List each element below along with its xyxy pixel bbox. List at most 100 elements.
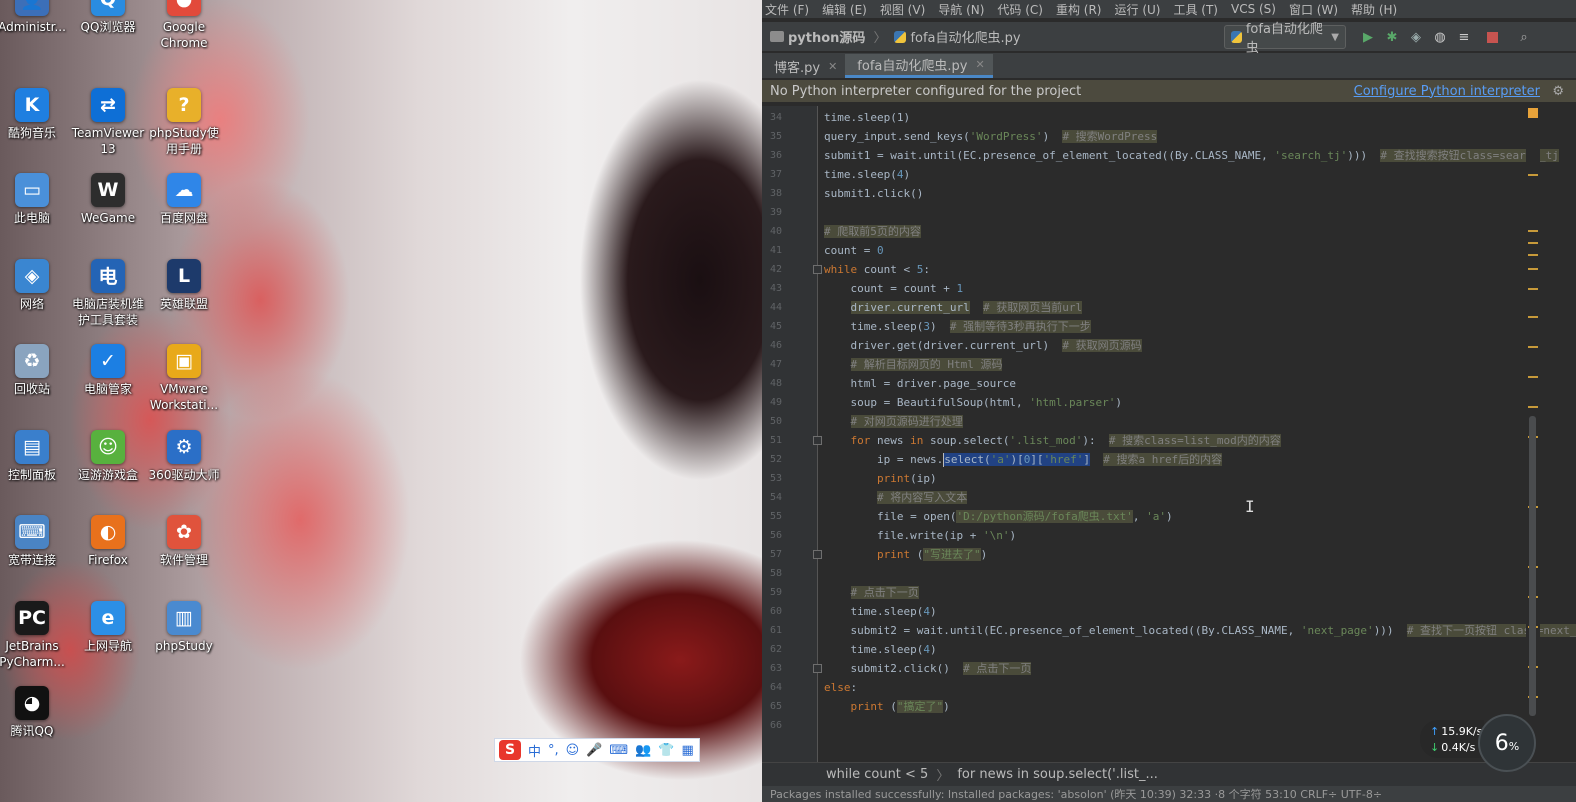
code-line[interactable]: submit2 = wait.until(EC.presence_of_elem…	[824, 621, 1576, 640]
desktop-icon[interactable]: K 酷狗音乐	[0, 87, 72, 141]
desktop-icon[interactable]: e 上网导航	[68, 600, 148, 654]
close-icon[interactable]: ✕	[828, 60, 837, 73]
usage-circle[interactable]: 6%	[1478, 714, 1536, 772]
fold-icon[interactable]	[813, 664, 822, 673]
code-line[interactable]: time.sleep(4)	[824, 640, 936, 659]
menu-item[interactable]: 文件 (F)	[765, 1, 809, 18]
gear-icon[interactable]: ⚙	[1552, 84, 1564, 99]
network-monitor[interactable]: 15.9K/s 0.4K/s 6%	[1420, 714, 1544, 772]
desktop-icon[interactable]: ▣ VMware Workstati...	[144, 344, 224, 413]
desktop-icon[interactable]: ◐ Firefox	[68, 515, 148, 568]
desktop-icon[interactable]: ? phpStudy使 用手册	[144, 87, 224, 157]
ime-skin-icon[interactable]: 👕	[658, 743, 674, 758]
code-editor[interactable]: 34 35 36 37 38 39 40 41 42 43 44 45 46 47 48 49 50 51 52 53…	[762, 106, 1576, 762]
tab-fofa[interactable]: fofa自动化爬虫.py ✕	[845, 54, 993, 78]
code-line[interactable]: file = open('D:/python源码/fofa爬虫.txt', 'a…	[824, 507, 1173, 526]
code-line[interactable]: submit1.click()	[824, 184, 923, 203]
ime-user-icon[interactable]: 👥	[635, 743, 651, 758]
code-line[interactable]: ip = news.select('a')[0]['href'] # 搜索a h…	[824, 450, 1223, 469]
stripe-mark[interactable]	[1528, 242, 1538, 244]
code-line[interactable]: file.write(ip + '\n')	[824, 526, 1016, 545]
code-line[interactable]: driver.current_url # 获取网页当前url	[824, 298, 1083, 317]
breadcrumb-project[interactable]: python源码	[788, 27, 865, 46]
code-line[interactable]: soup = BeautifulSoup(html, 'html.parser'…	[824, 393, 1122, 412]
code-line[interactable]: # 爬取前5页的内容	[824, 222, 921, 241]
fold-icon[interactable]	[813, 436, 822, 445]
sogou-logo-icon[interactable]: S	[499, 740, 521, 760]
stripe-mark[interactable]	[1528, 288, 1538, 290]
menu-item[interactable]: 重构 (R)	[1056, 1, 1102, 18]
code-line[interactable]: time.sleep(1)	[824, 108, 910, 127]
close-icon[interactable]: ✕	[975, 58, 984, 71]
stripe-mark[interactable]	[1528, 376, 1538, 378]
code-line[interactable]: # 对网页源码进行处理	[824, 412, 963, 431]
code-breadcrumb-item[interactable]: for news in soup.select('.list_...	[957, 767, 1158, 782]
fold-icon[interactable]	[813, 265, 822, 274]
desktop-icon[interactable]: PC JetBrains PyCharm...	[0, 600, 72, 670]
ime-emoji-icon[interactable]: ☺	[566, 743, 580, 758]
code-line[interactable]: submit1 = wait.until(EC.presence_of_elem…	[824, 146, 1559, 165]
code-line[interactable]: time.sleep(4)	[824, 602, 936, 621]
breadcrumb-file[interactable]: fofa自动化爬虫.py	[910, 27, 1020, 46]
code-line[interactable]: submit2.click() # 点击下一页	[824, 659, 1032, 678]
stripe-mark[interactable]	[1528, 406, 1538, 408]
desktop-icon[interactable]: ▭ 此电脑	[0, 173, 72, 226]
menu-item[interactable]: 帮助 (H)	[1351, 1, 1397, 18]
fold-icon[interactable]	[813, 550, 822, 559]
desktop-icon[interactable]: ⇄ TeamViewer 13	[68, 87, 148, 157]
profile-icon[interactable]: ◍	[1432, 29, 1448, 45]
menu-item[interactable]: 运行 (U)	[1115, 1, 1161, 18]
code-line[interactable]: print(ip)	[824, 469, 937, 488]
desktop-icon[interactable]: ● Google Chrome	[144, 0, 224, 51]
ime-toolbar[interactable]: S 中 °, ☺ 🎤 ⌨ 👥 👕 ▦	[494, 738, 700, 762]
code-line[interactable]: count = 0	[824, 241, 884, 260]
ime-keyboard-icon[interactable]: ⌨	[609, 743, 628, 758]
stripe-mark[interactable]	[1528, 230, 1538, 232]
code-line[interactable]: else:	[824, 678, 857, 697]
desktop-icon[interactable]: ✓ 电脑管家	[68, 344, 148, 397]
desktop-icon[interactable]: ☁ 百度网盘	[144, 173, 224, 226]
menu-item[interactable]: 视图 (V)	[880, 1, 925, 18]
code-breadcrumb-item[interactable]: while count < 5	[826, 767, 928, 782]
code-line[interactable]: # 解析目标网页的 Html 源码	[824, 355, 1003, 374]
desktop-icon[interactable]: ▤ 控制面板	[0, 429, 72, 483]
ime-mode[interactable]: 中	[528, 741, 541, 760]
stripe-mark[interactable]	[1528, 254, 1538, 256]
menu-item[interactable]: 代码 (C)	[997, 1, 1043, 18]
code-line[interactable]: for news in soup.select('.list_mod'): # …	[824, 431, 1281, 450]
code-line[interactable]: query_input.send_keys('WordPress') # 搜索W…	[824, 127, 1158, 146]
debug-icon[interactable]: ✱	[1384, 29, 1400, 45]
code-line[interactable]: count = count + 1	[824, 279, 963, 298]
stop-icon[interactable]	[1484, 29, 1500, 45]
run-icon[interactable]: ▶	[1360, 29, 1376, 45]
menu-item[interactable]: 工具 (T)	[1173, 1, 1218, 18]
desktop-icon[interactable]: 电电脑店装机维 护工具套装	[68, 258, 148, 328]
menu-item[interactable]: 窗口 (W)	[1289, 1, 1338, 18]
coverage-icon[interactable]: ◈	[1408, 29, 1424, 45]
stripe-mark[interactable]	[1528, 316, 1538, 318]
desktop-icon[interactable]: ⌨ 宽带连接	[0, 515, 72, 568]
desktop-icon[interactable]: ◈ 网络	[0, 258, 72, 312]
code-line[interactable]: time.sleep(4)	[824, 165, 910, 184]
desktop-icon[interactable]: ✿ 软件管理	[144, 515, 224, 568]
desktop-icon[interactable]: L 英雄联盟	[144, 258, 224, 312]
menu-item[interactable]: VCS (S)	[1231, 2, 1276, 16]
stripe-mark[interactable]	[1528, 346, 1538, 348]
stripe-mark[interactable]	[1528, 268, 1538, 270]
desktop-icon[interactable]: 👤 Administr...	[0, 0, 72, 35]
concurrency-icon[interactable]: ≡	[1456, 29, 1472, 45]
code-line[interactable]: while count < 5:	[824, 260, 930, 279]
desktop-icon[interactable]: W WeGame	[68, 173, 148, 226]
run-config-dropdown[interactable]: fofa自动化爬虫 ▼	[1224, 22, 1346, 56]
desktop-icon[interactable]: ◕ 腾讯QQ	[0, 686, 72, 739]
search-icon[interactable]: ⌕	[1516, 29, 1532, 45]
ime-punct[interactable]: °,	[548, 743, 559, 758]
desktop-icon[interactable]: Q QQ浏览器	[68, 0, 148, 35]
desktop-icon[interactable]: ♻ 回收站	[0, 344, 72, 397]
code-line[interactable]: print ("搞定了")	[824, 697, 950, 716]
code-line[interactable]: # 将内容写入文本	[824, 488, 968, 507]
desktop-icon[interactable]: ▥ phpStudy	[144, 600, 224, 654]
code-line[interactable]: print ("写进去了")	[824, 545, 987, 564]
ime-tools-icon[interactable]: ▦	[682, 743, 694, 758]
configure-interpreter-link[interactable]: Configure Python interpreter	[1354, 84, 1540, 99]
